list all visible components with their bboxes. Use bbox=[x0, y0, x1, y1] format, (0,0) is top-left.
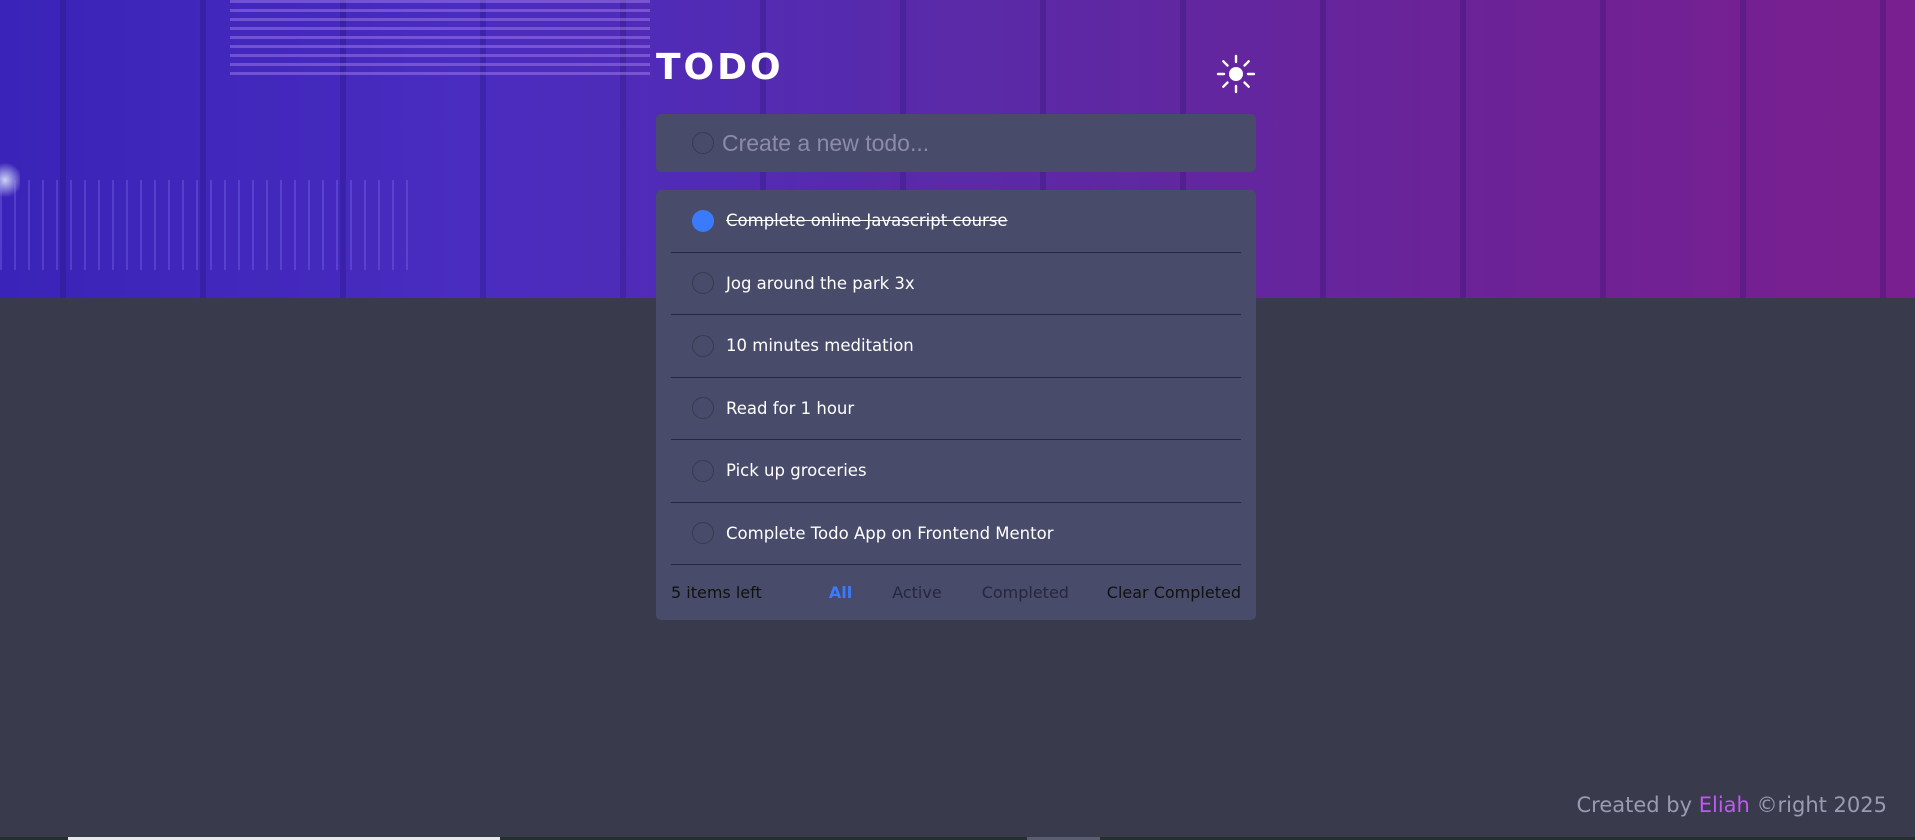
todo-item[interactable]: 10 minutes meditation bbox=[671, 315, 1241, 378]
filter-all[interactable]: All bbox=[829, 583, 852, 602]
check-circle-icon[interactable] bbox=[692, 272, 714, 295]
check-circle-icon[interactable] bbox=[692, 522, 714, 545]
todo-text: 10 minutes meditation bbox=[726, 336, 914, 356]
todo-text: Pick up groceries bbox=[726, 461, 867, 481]
new-todo-bar bbox=[656, 114, 1256, 172]
todo-item[interactable]: Read for 1 hour bbox=[671, 378, 1241, 440]
list-footer: 5 items left All Active Completed Clear … bbox=[671, 565, 1241, 620]
new-todo-input[interactable] bbox=[722, 129, 1202, 157]
todo-item[interactable]: Jog around the park 3x bbox=[671, 253, 1241, 315]
new-todo-circle bbox=[692, 132, 714, 154]
todo-item[interactable]: Complete Todo App on Frontend Mentor bbox=[671, 503, 1241, 565]
credit-prefix: Created by bbox=[1576, 793, 1693, 817]
check-circle-icon[interactable] bbox=[692, 334, 714, 357]
check-circle-icon[interactable] bbox=[692, 209, 714, 232]
items-left-count: 5 items left bbox=[671, 583, 762, 602]
todo-list: Complete online Javascript course Jog ar… bbox=[656, 190, 1256, 620]
light-glow bbox=[0, 160, 20, 200]
attribution: Created by Eliah ©right 2025 bbox=[1576, 793, 1887, 817]
author-link[interactable]: Eliah bbox=[1699, 793, 1750, 817]
todo-text: Read for 1 hour bbox=[726, 398, 855, 418]
check-circle-icon[interactable] bbox=[692, 397, 714, 420]
filter-completed[interactable]: Completed bbox=[982, 583, 1069, 602]
credit-suffix: ©right 2025 bbox=[1756, 793, 1887, 817]
app-title: TODO bbox=[656, 46, 784, 88]
filter-group: All Active Completed bbox=[829, 583, 1069, 602]
todo-app: TODO Complete onlin bbox=[656, 42, 1256, 620]
todo-text: Complete online Javascript course bbox=[726, 211, 1008, 231]
app-header: TODO bbox=[656, 42, 1256, 94]
todo-item[interactable]: Complete online Javascript course bbox=[671, 190, 1241, 253]
todo-text: Complete Todo App on Frontend Mentor bbox=[726, 523, 1054, 543]
todo-text: Jog around the park 3x bbox=[726, 273, 915, 293]
todo-item[interactable]: Pick up groceries bbox=[671, 440, 1241, 503]
sun-icon[interactable] bbox=[1216, 54, 1256, 94]
clear-completed-button[interactable]: Clear Completed bbox=[1107, 583, 1241, 602]
check-circle-icon[interactable] bbox=[692, 459, 714, 482]
filter-active[interactable]: Active bbox=[892, 583, 942, 602]
